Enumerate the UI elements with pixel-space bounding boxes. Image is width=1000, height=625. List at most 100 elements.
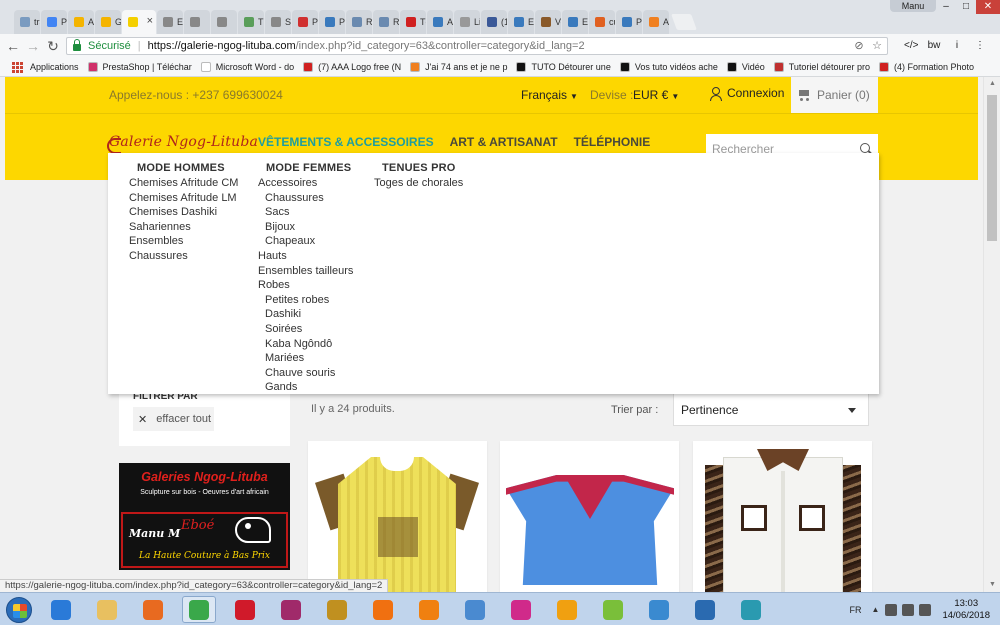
cart-button[interactable]: Panier (0) [791,77,878,113]
site-logo[interactable]: Galerie Ngog-Lituba [107,134,258,154]
promo-banner[interactable]: Galeries Ngog-Lituba Sculpture sur bois … [119,463,290,570]
megamenu-item[interactable]: Chemises Dashiki [129,205,238,220]
network-icon[interactable] [902,603,915,616]
opera-taskbar-icon[interactable] [228,596,262,623]
browser-tab[interactable]: Té [400,10,426,34]
browser-tab[interactable]: En [562,10,588,34]
ie-taskbar-icon[interactable] [44,596,78,623]
browser-tab[interactable]: Re [346,10,372,34]
browser-tab[interactable]: Ga [95,10,121,34]
nav-item-vetements[interactable]: VÊTEMENTS & ACCESSOIRES [258,135,434,149]
megamenu-item[interactable]: Chaussures [129,249,238,264]
browser-tab[interactable]: Th [238,10,264,34]
megamenu-item[interactable]: Ensembles [129,234,238,249]
sort-select[interactable]: Pertinence [673,393,869,426]
browser-tab[interactable] [184,10,210,34]
extension-bw-icon[interactable]: bw [927,40,941,52]
app-blue-taskbar-icon[interactable] [688,596,722,623]
megamenu-item[interactable]: Accessoires [258,176,353,191]
action-center-icon[interactable] [885,603,898,616]
bookmark-item[interactable]: TUTO Détourer une [516,62,611,72]
input-language[interactable]: FR [850,605,862,615]
megamenu-item[interactable]: Kaba Ngôndô [258,337,353,352]
megamenu-item[interactable]: Bijoux [258,220,353,235]
megamenu-item[interactable]: Dashiki [258,307,353,322]
explorer-taskbar-icon[interactable] [90,596,124,623]
app-orange-taskbar-icon[interactable] [550,596,584,623]
browser-tab[interactable]: Re [373,10,399,34]
search-icon[interactable] [860,143,870,153]
bookmark-item[interactable]: Vidéo [726,62,765,72]
megamenu-item[interactable]: Sahariennes [129,220,238,235]
orange-taskbar-icon[interactable] [366,596,400,623]
megamenu-item[interactable]: Chaussures [258,191,353,206]
address-bar[interactable]: Sécurisé | https://galerie-ngog-lituba.c… [66,37,888,55]
close-tab-icon[interactable]: × [147,15,153,27]
nav-item-art[interactable]: ART & ARTISANAT [450,135,558,149]
bookmark-item[interactable]: (7) AAA Logo free (N [303,62,401,72]
megamenu-item[interactable]: Gands [258,380,353,395]
chrome-taskbar-icon[interactable] [182,596,216,623]
currency-selector[interactable]: EUR € ▼ [633,88,679,102]
bookmark-item[interactable]: (4) Formation Photo [878,62,974,72]
product-card[interactable] [308,441,487,592]
clock[interactable]: 13:03 14/06/2018 [942,598,990,622]
winrar-taskbar-icon[interactable] [274,596,308,623]
browser-tab[interactable]: Ac [427,10,453,34]
studio-taskbar-icon[interactable] [320,596,354,623]
language-selector[interactable]: Français ▼ [521,88,578,102]
bookmark-item[interactable]: Microsoft Word - do [200,62,294,72]
browser-tab[interactable]: Es [157,10,183,34]
megamenu-item[interactable]: Chemises Afritude LM [129,191,238,206]
start-button[interactable] [6,597,32,623]
browser-tab[interactable]: Liv [454,10,480,34]
maximize-button[interactable]: □ [956,0,976,14]
nav-item-telephonie[interactable]: TÉLÉPHONIE [574,135,651,149]
bookmark-item[interactable]: PrestaShop | Téléchar [87,62,192,72]
tab-active[interactable]: × [122,10,156,34]
megamenu-item[interactable]: Soirées [258,322,353,337]
browser-tab[interactable]: Pa [616,10,642,34]
product-card[interactable] [693,441,872,592]
megamenu-item[interactable]: Chauve souris [258,366,353,381]
megamenu-item[interactable]: Toges de chorales [374,176,463,191]
megamenu-heading[interactable]: MODE HOMMES [137,161,238,176]
extension-code-icon[interactable]: </> [904,40,918,52]
megamenu-item[interactable]: Mariées [258,351,353,366]
bookmark-applications[interactable]: Applications [12,61,79,73]
page-scrollbar[interactable]: ▲ ▼ [983,77,1000,592]
clear-filters-button[interactable]: ✕ effacer tout [133,407,214,431]
close-window-button[interactable]: ✕ [976,0,1000,14]
megamenu-item[interactable]: Robes [258,278,353,293]
new-tab-button[interactable] [671,14,697,30]
browser-tab[interactable]: (1) [481,10,507,34]
bookmark-item[interactable]: Tutoriel détourer pro [773,62,870,72]
megamenu-item[interactable]: Chapeaux [258,234,353,249]
firefox-taskbar-icon[interactable] [136,596,170,623]
browser-tab[interactable]: Pr [319,10,345,34]
scrollbar-thumb[interactable] [987,95,997,241]
megamenu-item[interactable]: Petites robes [258,293,353,308]
browser-tab[interactable]: Ve [535,10,561,34]
menu-icon[interactable]: ⋮ [973,40,987,52]
browser-tab[interactable]: Ar [68,10,94,34]
volume-icon[interactable] [919,603,932,616]
megamenu-item[interactable]: Hauts [258,249,353,264]
megamenu-item[interactable]: Sacs [258,205,353,220]
forward-button[interactable]: → [24,38,42,54]
browser-tab[interactable]: Pr [41,10,67,34]
browser-tab[interactable] [211,10,237,34]
megamenu-heading[interactable]: TENUES PRO [382,161,463,176]
browser-tab[interactable]: tra [14,10,40,34]
megamenu-heading[interactable]: MODE FEMMES [266,161,353,176]
browser-tab[interactable]: Ai [643,10,669,34]
browser-tab[interactable]: En [508,10,534,34]
app-teal-taskbar-icon[interactable] [734,596,768,623]
extension-info-icon[interactable]: i [950,40,964,52]
browser-tab[interactable]: Sa [265,10,291,34]
profile-badge[interactable]: Manu [890,0,936,12]
star-icon[interactable]: ☆ [871,40,883,52]
picasa-taskbar-icon[interactable] [596,596,630,623]
back-button[interactable]: ← [4,38,22,54]
reload-button[interactable]: ↻ [44,38,62,54]
